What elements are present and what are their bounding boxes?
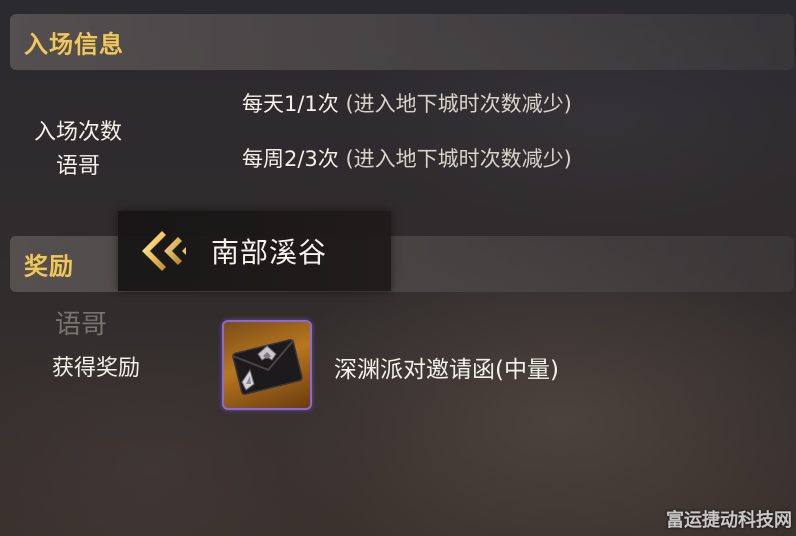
double-chevron-left-icon[interactable] [138, 227, 190, 275]
weekly-entry-line: 每周2/3次 (进入地下城时次数减少) [242, 143, 572, 173]
daily-entry-note: (进入地下城时次数减少) [338, 92, 572, 116]
reward-item-name: 深渊派对邀请函(中量) [334, 357, 559, 383]
entry-count-label: 入场次数 语哥 [22, 114, 134, 180]
entry-info-title: 入场信息 [24, 30, 124, 59]
daily-entry-line: 每天1/1次 (进入地下城时次数减少) [242, 88, 572, 118]
reward-label: 获得奖励 [51, 356, 140, 381]
entry-info-header: 入场信息 [10, 14, 794, 70]
corner-watermark: 富运捷动科技网 [666, 510, 792, 531]
weekly-entry-note: (进入地下城时次数减少) [338, 147, 572, 171]
daily-entry-count: 每天1/1次 [242, 92, 339, 116]
entry-count-label-text: 入场次数 [33, 120, 122, 145]
reward-item-slot[interactable] [222, 320, 312, 410]
dungeon-name: 南部溪谷 [211, 236, 328, 269]
reward-title: 奖励 [24, 252, 74, 281]
reward-watermark: 语哥 [55, 310, 108, 340]
dungeon-banner[interactable]: 南部溪谷 [118, 211, 391, 291]
weekly-entry-count: 每周2/3次 [242, 147, 339, 171]
entry-watermark: 语哥 [55, 154, 100, 179]
envelope-icon [232, 338, 303, 395]
